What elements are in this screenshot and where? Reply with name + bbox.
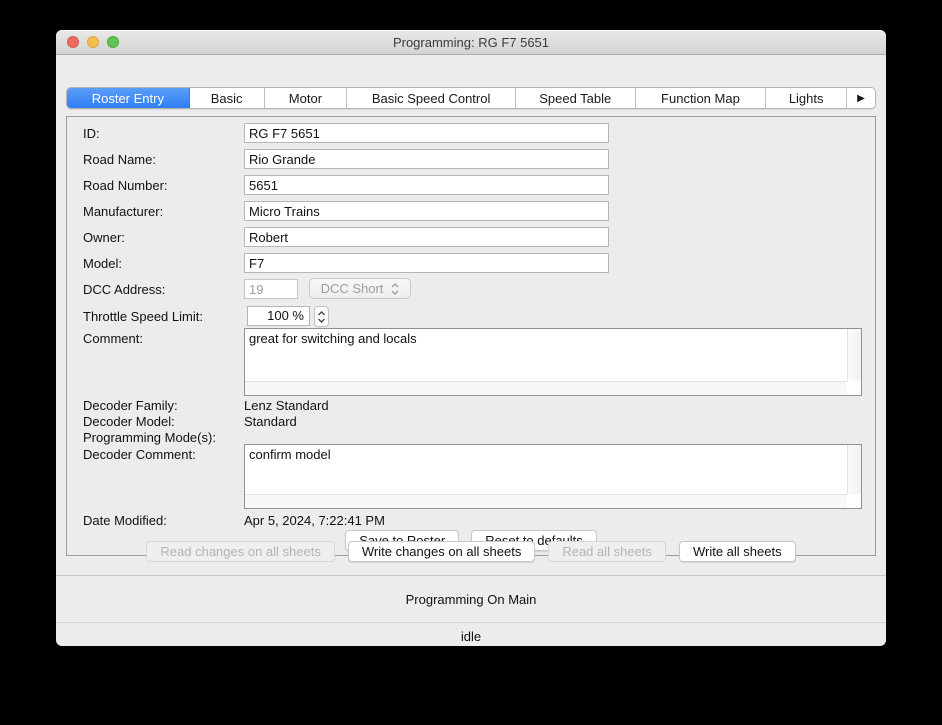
road-number-label: Road Number:	[83, 178, 168, 193]
read-changes-all-sheets-button[interactable]: Read changes on all sheets	[146, 541, 335, 562]
throttle-speed-limit-label: Throttle Speed Limit:	[83, 309, 203, 324]
tab-basic-speed-control[interactable]: Basic Speed Control	[347, 88, 516, 108]
programming-window: Programming: RG F7 5651 Roster Entry Bas…	[56, 30, 886, 646]
status-bar: idle	[460, 629, 482, 644]
window-title: Programming: RG F7 5651	[392, 35, 550, 50]
dcc-address-mode-value: DCC Short	[320, 281, 384, 296]
road-name-field[interactable]	[244, 149, 609, 169]
road-name-label: Road Name:	[83, 152, 156, 167]
write-all-sheets-button[interactable]: Write all sheets	[678, 541, 796, 562]
decoder-model-label: Decoder Model:	[83, 414, 175, 429]
model-field[interactable]	[244, 253, 609, 273]
manufacturer-label: Manufacturer:	[83, 204, 164, 219]
decoder-model-value: Standard	[244, 414, 297, 429]
owner-field[interactable]	[244, 227, 609, 247]
id-field[interactable]	[244, 123, 609, 143]
read-all-sheets-button[interactable]: Read all sheets	[548, 541, 666, 562]
road-number-field[interactable]	[244, 175, 609, 195]
tab-function-map[interactable]: Function Map	[635, 88, 767, 108]
throttle-speed-limit-stepper[interactable]	[314, 306, 329, 327]
decoder-comment-label: Decoder Comment:	[83, 447, 196, 462]
divider	[56, 622, 886, 623]
titlebar: Programming: RG F7 5651	[56, 30, 886, 55]
comment-horizontal-scrollbar[interactable]	[245, 381, 847, 395]
tab-scroll-right-icon[interactable]: ▶	[847, 88, 875, 108]
tab-roster-entry[interactable]: Roster Entry	[67, 88, 190, 108]
date-modified-label: Date Modified:	[83, 513, 167, 528]
id-label: ID:	[83, 126, 100, 141]
comment-text: great for switching and locals	[249, 331, 417, 346]
tab-lights[interactable]: Lights	[766, 88, 848, 108]
write-changes-all-sheets-button[interactable]: Write changes on all sheets	[347, 541, 536, 562]
divider	[56, 575, 886, 576]
updown-chevrons-icon	[391, 282, 399, 296]
decoder-comment-vertical-scrollbar[interactable]	[847, 445, 861, 494]
comment-textarea[interactable]: great for switching and locals	[244, 328, 862, 396]
date-modified-value: Apr 5, 2024, 7:22:41 PM	[244, 513, 385, 528]
roster-entry-panel: ID: Road Name: Road Number: Manufacturer…	[66, 116, 876, 556]
decoder-family-value: Lenz Standard	[244, 398, 329, 413]
model-label: Model:	[83, 256, 123, 271]
decoder-comment-text: confirm model	[249, 447, 331, 462]
dcc-address-mode-select[interactable]: DCC Short	[309, 278, 411, 299]
sheet-actions-row: Read changes on all sheets Write changes…	[56, 541, 886, 562]
owner-label: Owner:	[83, 230, 125, 245]
tab-motor[interactable]: Motor	[264, 88, 348, 108]
throttle-speed-limit-field[interactable]: 100 %	[247, 306, 310, 326]
dcc-address-label: DCC Address:	[83, 282, 166, 297]
decoder-family-label: Decoder Family:	[83, 398, 178, 413]
tab-basic[interactable]: Basic	[189, 88, 265, 108]
tab-speed-table[interactable]: Speed Table	[515, 88, 636, 108]
comment-label: Comment:	[83, 331, 143, 346]
comment-vertical-scrollbar[interactable]	[847, 329, 861, 381]
programming-mode-label: Programming On Main	[405, 592, 537, 607]
sheet-tabs: Roster Entry Basic Motor Basic Speed Con…	[66, 87, 876, 109]
manufacturer-field[interactable]	[244, 201, 609, 221]
dcc-address-field[interactable]	[244, 279, 298, 299]
decoder-comment-horizontal-scrollbar[interactable]	[245, 494, 847, 508]
decoder-comment-textarea[interactable]: confirm model	[244, 444, 862, 509]
programming-modes-label: Programming Mode(s):	[83, 430, 216, 445]
